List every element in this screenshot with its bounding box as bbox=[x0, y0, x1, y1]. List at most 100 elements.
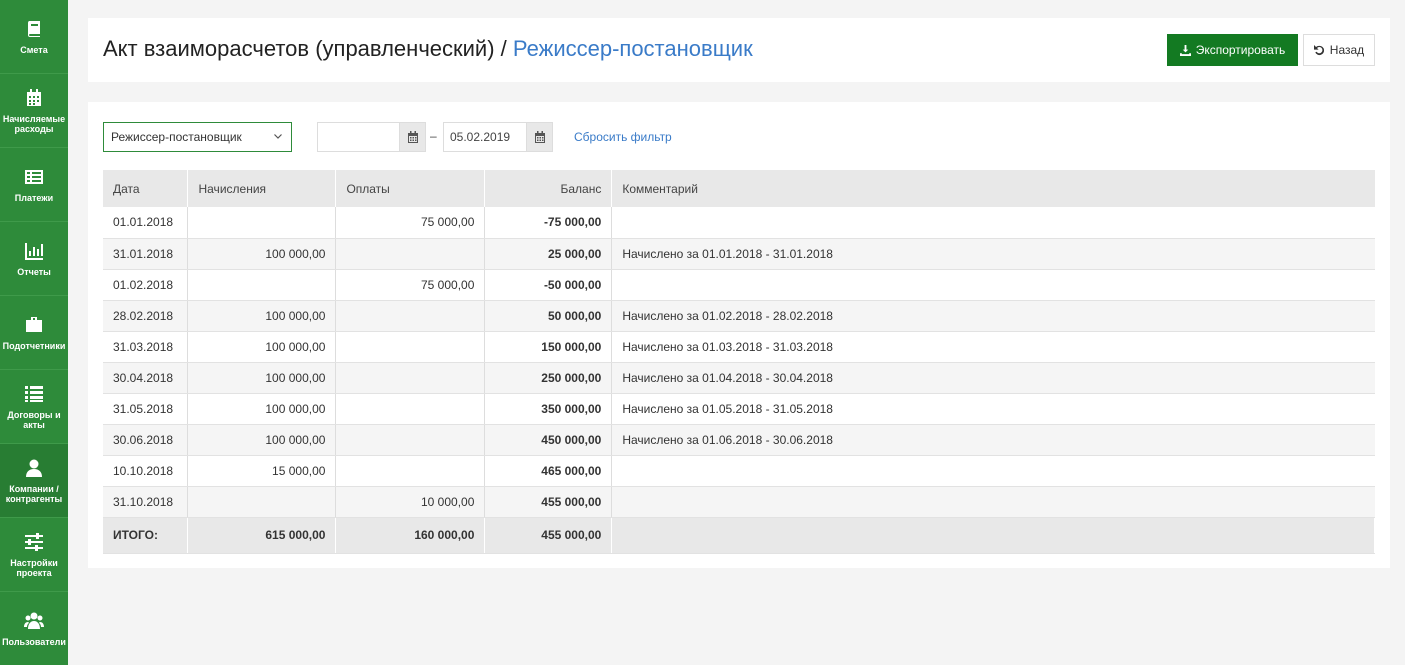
date-to-input[interactable]: 05.02.2019 bbox=[443, 122, 527, 152]
sidebar-item-users[interactable]: Пользователи bbox=[0, 592, 68, 665]
sidebar-item-payments[interactable]: Платежи bbox=[0, 148, 68, 222]
column-header-comment[interactable]: Комментарий bbox=[611, 170, 1375, 207]
settlement-table: Дата Начисления Оплаты Баланс Комментари… bbox=[103, 170, 1375, 554]
column-header-accruals[interactable]: Начисления bbox=[187, 170, 337, 207]
sidebar-item-estimate[interactable]: Смета bbox=[0, 0, 68, 74]
total-payments: 160 000,00 bbox=[335, 517, 486, 554]
sidebar-item-label: Компании / контрагенты bbox=[5, 483, 63, 504]
cell-date: 31.10.2018 bbox=[103, 486, 189, 518]
column-header-payments[interactable]: Оплаты bbox=[335, 170, 486, 207]
cell-comment: Начислено за 01.06.2018 - 30.06.2018 bbox=[611, 424, 1375, 456]
cell-accruals: 100 000,00 bbox=[187, 393, 337, 425]
user-icon bbox=[26, 459, 42, 477]
page-title: Акт взаиморасчетов (управленческий) / Ре… bbox=[103, 36, 753, 62]
table-row: 31.05.2018 100 000,00 350 000,00 Начисле… bbox=[103, 393, 1375, 425]
table-row: 30.04.2018 100 000,00 250 000,00 Начисле… bbox=[103, 362, 1375, 394]
sidebar-item-label: Смета bbox=[20, 44, 48, 55]
cell-balance: 150 000,00 bbox=[484, 331, 613, 363]
cell-payments bbox=[335, 393, 486, 425]
book-icon bbox=[27, 20, 40, 37]
cell-balance: -75 000,00 bbox=[484, 207, 613, 239]
cell-payments bbox=[335, 300, 486, 332]
total-comment bbox=[611, 517, 1375, 554]
cell-accruals: 100 000,00 bbox=[187, 424, 337, 456]
total-label: ИТОГО: bbox=[103, 517, 189, 554]
cell-accruals bbox=[187, 207, 337, 239]
cell-balance: 250 000,00 bbox=[484, 362, 613, 394]
cell-payments: 75 000,00 bbox=[335, 269, 486, 301]
sidebar-item-label: Отчеты bbox=[17, 266, 51, 277]
cell-payments bbox=[335, 331, 486, 363]
sidebar-item-reports[interactable]: Отчеты bbox=[0, 222, 68, 296]
cell-date: 31.01.2018 bbox=[103, 238, 189, 270]
date-to-value: 05.02.2019 bbox=[450, 130, 511, 144]
download-icon bbox=[1179, 44, 1191, 56]
cell-balance: 50 000,00 bbox=[484, 300, 613, 332]
cell-accruals: 100 000,00 bbox=[187, 238, 337, 270]
column-header-balance[interactable]: Баланс bbox=[484, 170, 613, 207]
sidebar-item-label: Пользователи bbox=[2, 636, 66, 647]
cell-comment bbox=[611, 269, 1375, 301]
cell-balance: 350 000,00 bbox=[484, 393, 613, 425]
cell-comment: Начислено за 01.03.2018 - 31.03.2018 bbox=[611, 331, 1375, 363]
reset-filter-link[interactable]: Сбросить фильтр bbox=[574, 130, 672, 144]
total-balance: 455 000,00 bbox=[484, 517, 613, 554]
table-row: 31.03.2018 100 000,00 150 000,00 Начисле… bbox=[103, 331, 1375, 363]
sidebar-item-project-settings[interactable]: Настройки проекта bbox=[0, 518, 68, 592]
cell-payments: 75 000,00 bbox=[335, 207, 486, 239]
table-total-row: ИТОГО: 615 000,00 160 000,00 455 000,00 bbox=[103, 517, 1375, 554]
table-row: 31.01.2018 100 000,00 25 000,00 Начислен… bbox=[103, 238, 1375, 270]
date-from-input[interactable] bbox=[317, 122, 400, 152]
page-title-text: Акт взаиморасчетов (управленческий) / bbox=[103, 36, 507, 61]
cell-comment: Начислено за 01.04.2018 - 30.04.2018 bbox=[611, 362, 1375, 394]
sidebar-item-companies[interactable]: Компании / контрагенты bbox=[0, 444, 68, 518]
cell-comment bbox=[611, 207, 1375, 239]
cell-accruals bbox=[187, 486, 337, 518]
date-to-calendar-button[interactable] bbox=[526, 122, 553, 152]
page-title-accent[interactable]: Режиссер-постановщик bbox=[513, 36, 753, 61]
sidebar-item-label: Подотчетники bbox=[2, 340, 66, 351]
cell-payments bbox=[335, 362, 486, 394]
cell-accruals: 100 000,00 bbox=[187, 331, 337, 363]
cell-payments: 10 000,00 bbox=[335, 486, 486, 518]
sidebar-item-contracts[interactable]: Договоры и акты bbox=[0, 370, 68, 444]
counterparty-select[interactable]: Режиссер-постановщик bbox=[103, 122, 292, 152]
cell-accruals: 100 000,00 bbox=[187, 362, 337, 394]
cell-date: 30.04.2018 bbox=[103, 362, 189, 394]
briefcase-icon bbox=[26, 316, 42, 332]
date-from-calendar-button[interactable] bbox=[399, 122, 426, 152]
cell-date: 28.02.2018 bbox=[103, 300, 189, 332]
cell-balance: 455 000,00 bbox=[484, 486, 613, 518]
back-button[interactable]: Назад bbox=[1303, 34, 1375, 66]
cell-accruals bbox=[187, 269, 337, 301]
table-row: 31.10.2018 10 000,00 455 000,00 bbox=[103, 486, 1375, 518]
sidebar-item-label: Платежи bbox=[14, 192, 54, 203]
cell-date: 30.06.2018 bbox=[103, 424, 189, 456]
cell-date: 10.10.2018 bbox=[103, 455, 189, 487]
cell-payments bbox=[335, 455, 486, 487]
list-lines-icon bbox=[25, 385, 43, 402]
cell-payments bbox=[335, 424, 486, 456]
sidebar-item-label: Настройки проекта bbox=[10, 557, 58, 578]
cell-balance: 25 000,00 bbox=[484, 238, 613, 270]
column-header-date[interactable]: Дата bbox=[103, 170, 189, 207]
users-icon bbox=[24, 612, 44, 629]
export-button[interactable]: Экспортировать bbox=[1167, 34, 1298, 66]
table-header-row: Дата Начисления Оплаты Баланс Комментари… bbox=[103, 170, 1375, 207]
sidebar-item-label: Договоры и акты bbox=[7, 409, 61, 430]
sidebar-item-accountables[interactable]: Подотчетники bbox=[0, 296, 68, 370]
page-header: Акт взаиморасчетов (управленческий) / Ре… bbox=[88, 18, 1390, 82]
sidebar-item-accrued-expenses[interactable]: Начисляемые расходы bbox=[0, 74, 68, 148]
back-button-label: Назад bbox=[1329, 43, 1365, 57]
cell-payments bbox=[335, 238, 486, 270]
bar-chart-icon bbox=[25, 242, 43, 260]
cell-accruals: 15 000,00 bbox=[187, 455, 337, 487]
cell-date: 31.03.2018 bbox=[103, 331, 189, 363]
table-row: 01.02.2018 75 000,00 -50 000,00 bbox=[103, 269, 1375, 301]
calendar-icon bbox=[534, 131, 545, 143]
table-row: 10.10.2018 15 000,00 465 000,00 bbox=[103, 455, 1375, 487]
cell-date: 01.02.2018 bbox=[103, 269, 189, 301]
table-row: 28.02.2018 100 000,00 50 000,00 Начислен… bbox=[103, 300, 1375, 332]
cell-balance: -50 000,00 bbox=[484, 269, 613, 301]
total-accruals: 615 000,00 bbox=[187, 517, 337, 554]
